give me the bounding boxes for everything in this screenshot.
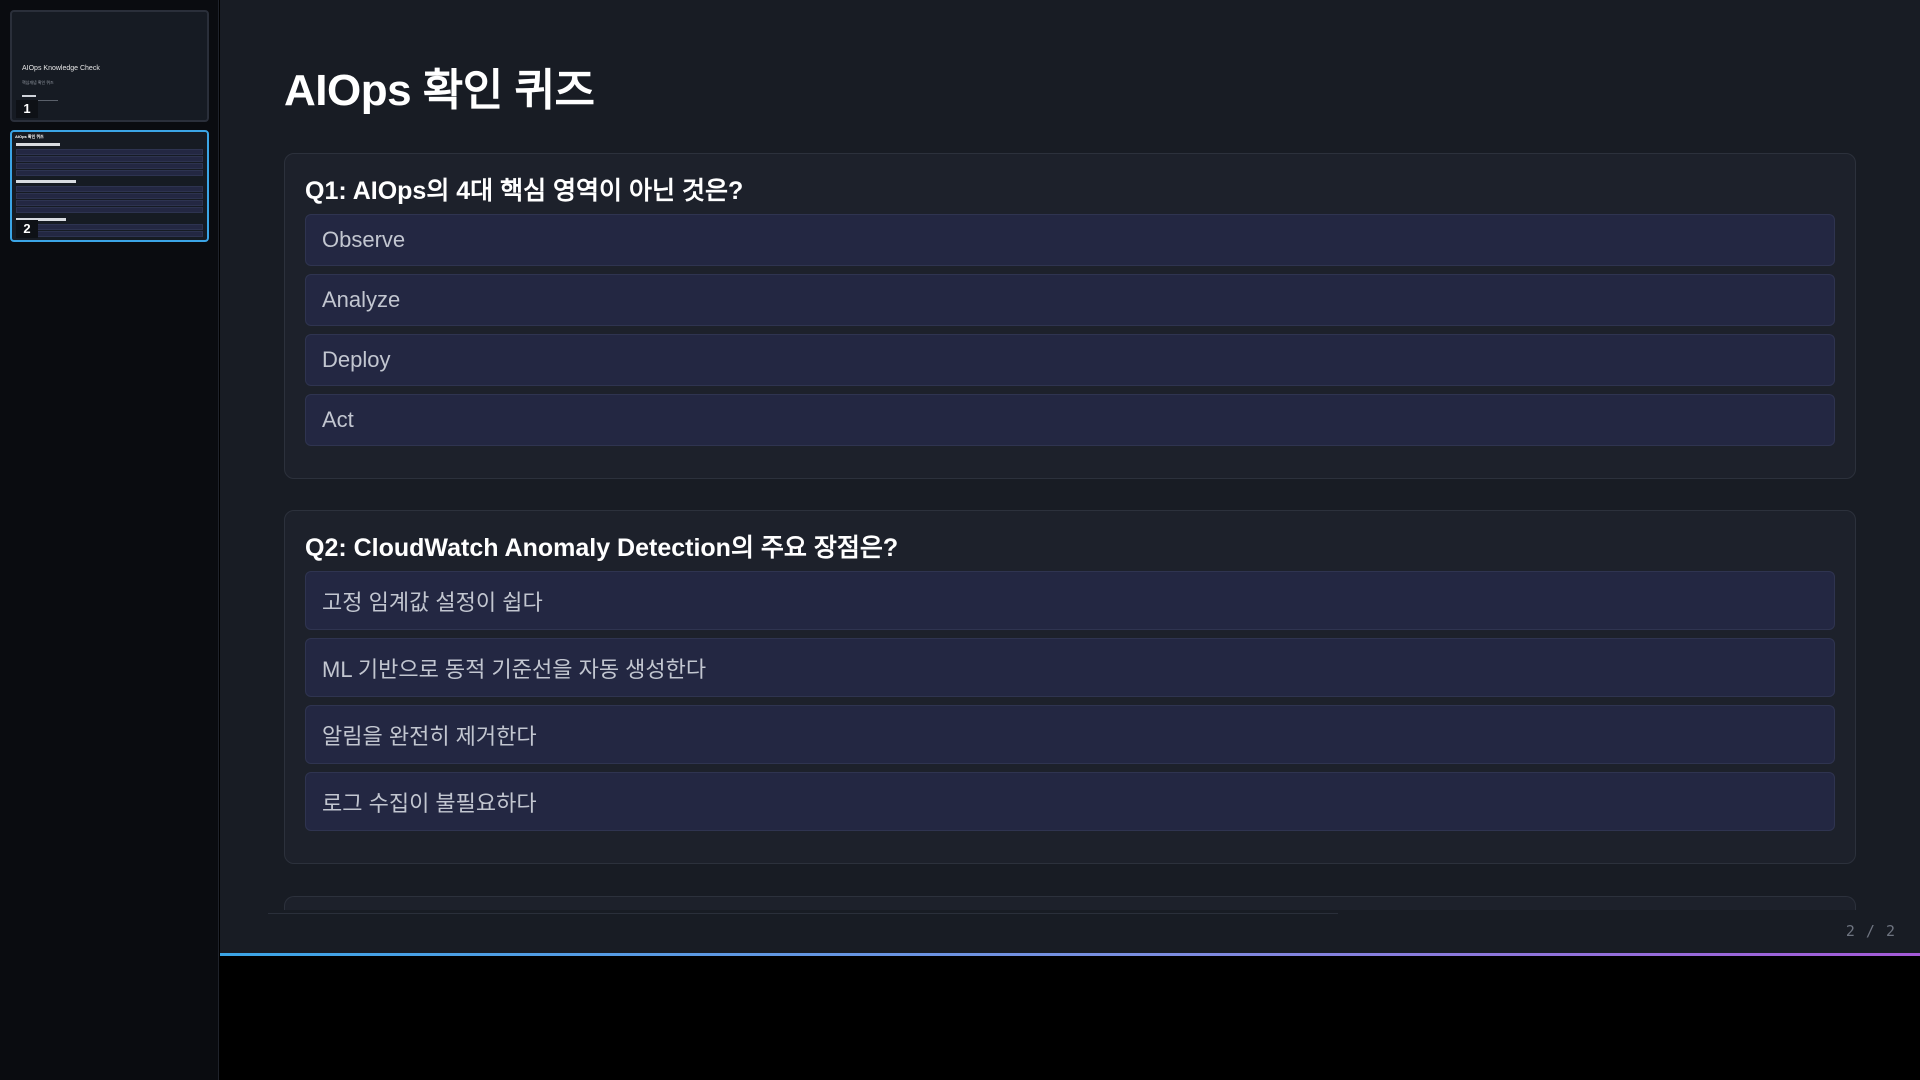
thumbnail-number: 2	[16, 220, 38, 238]
thumbnail-decoration	[16, 193, 203, 199]
thumbnail-subtitle: 핵심개념 확인 퀴즈	[22, 80, 54, 85]
slide-footer: 2 / 2	[220, 910, 1920, 955]
slide-thumbnail-sidebar: AIOps Knowledge Check 핵심개념 확인 퀴즈 1 AIOps…	[0, 0, 219, 1080]
thumbnail-decoration	[16, 156, 203, 162]
thumbnail-decoration	[16, 207, 203, 213]
question-title: Q1: AIOps의 4대 핵심 영역이 아닌 것은?	[305, 177, 744, 205]
thumbnail-decoration	[16, 143, 60, 146]
answer-option[interactable]: Analyze	[305, 274, 1835, 326]
thumbnail-decoration	[22, 95, 36, 97]
footer-divider	[268, 913, 1338, 914]
thumbnail-number: 1	[16, 100, 38, 118]
empty-area	[220, 956, 1920, 1080]
thumbnail-decoration	[16, 200, 203, 206]
quiz-question-card: Q1: AIOps의 4대 핵심 영역이 아닌 것은? Observe Anal…	[284, 153, 1856, 479]
quiz-question-card: Q2: CloudWatch Anomaly Detection의 주요 장점은…	[284, 510, 1856, 864]
answer-option[interactable]: Deploy	[305, 334, 1835, 386]
thumbnail-title: AIOps Knowledge Check	[22, 65, 100, 72]
answer-option[interactable]: ML 기반으로 동적 기준선을 자동 생성한다	[305, 638, 1835, 697]
thumbnail-decoration	[16, 186, 203, 192]
thumbnail-decoration	[16, 231, 203, 237]
thumbnail-decoration	[16, 163, 203, 169]
answer-option[interactable]: Observe	[305, 214, 1835, 266]
answer-option[interactable]: 고정 임계값 설정이 쉽다	[305, 571, 1835, 630]
thumbnail-decoration	[16, 224, 203, 230]
question-title: Q2: CloudWatch Anomaly Detection의 주요 장점은…	[305, 534, 899, 562]
slide-thumbnail-1[interactable]: AIOps Knowledge Check 핵심개념 확인 퀴즈 1	[10, 10, 209, 122]
thumbnail-decoration	[16, 180, 76, 183]
page-counter: 2 / 2	[1845, 922, 1896, 940]
thumbnail-decoration	[16, 170, 203, 176]
answer-option[interactable]: 로그 수집이 불필요하다	[305, 772, 1835, 831]
answer-option[interactable]: Act	[305, 394, 1835, 446]
answer-option[interactable]: 알림을 완전히 제거한다	[305, 705, 1835, 764]
slide-title: AIOps 확인 퀴즈	[284, 66, 595, 115]
thumbnail-decoration	[16, 149, 203, 155]
slide-thumbnail-2[interactable]: AIOps 확인 퀴즈 2	[10, 130, 209, 242]
slide-canvas: AIOps 확인 퀴즈 Q1: AIOps의 4대 핵심 영역이 아닌 것은? …	[220, 0, 1920, 955]
thumbnail-title: AIOps 확인 퀴즈	[15, 134, 44, 139]
